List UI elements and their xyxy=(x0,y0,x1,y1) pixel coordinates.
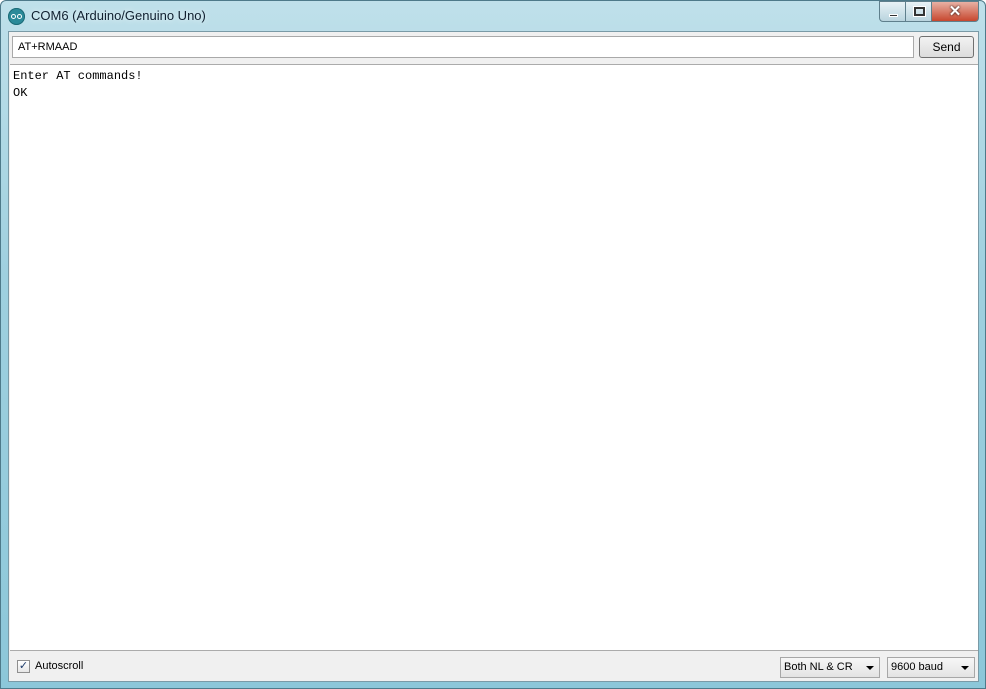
autoscroll-checkbox[interactable]: ✓ xyxy=(17,660,30,673)
send-button[interactable]: Send xyxy=(919,36,974,58)
monitor-client-area: Send Enter AT commands! OK ✓ Autoscroll … xyxy=(8,31,979,682)
line-ending-value: Both NL & CR xyxy=(784,661,853,673)
autoscroll-label: Autoscroll xyxy=(35,660,84,672)
output-line: OK xyxy=(13,86,28,100)
chevron-down-icon xyxy=(961,666,969,670)
baud-rate-value: 9600 baud xyxy=(891,661,943,673)
close-button[interactable]: ✕ xyxy=(931,1,979,22)
line-ending-select[interactable]: Both NL & CR xyxy=(780,657,880,678)
window-title: COM6 (Arduino/Genuino Uno) xyxy=(31,8,206,23)
output-line: Enter AT commands! xyxy=(13,69,143,83)
title-bar[interactable]: COM6 (Arduino/Genuino Uno) ✕ xyxy=(1,1,985,31)
baud-rate-select[interactable]: 9600 baud xyxy=(887,657,975,678)
chevron-down-icon xyxy=(866,666,874,670)
close-icon: ✕ xyxy=(948,3,962,20)
maximize-button[interactable] xyxy=(905,1,932,22)
arduino-icon xyxy=(8,8,25,25)
minimize-icon xyxy=(889,14,898,17)
serial-output[interactable]: Enter AT commands! OK xyxy=(10,64,978,651)
serial-monitor-window: COM6 (Arduino/Genuino Uno) ✕ Send Enter … xyxy=(0,0,986,689)
footer-bar: ✓ Autoscroll Both NL & CR 9600 baud xyxy=(9,652,978,681)
maximize-icon xyxy=(914,7,925,16)
minimize-button[interactable] xyxy=(879,1,906,22)
command-input[interactable] xyxy=(12,36,914,58)
